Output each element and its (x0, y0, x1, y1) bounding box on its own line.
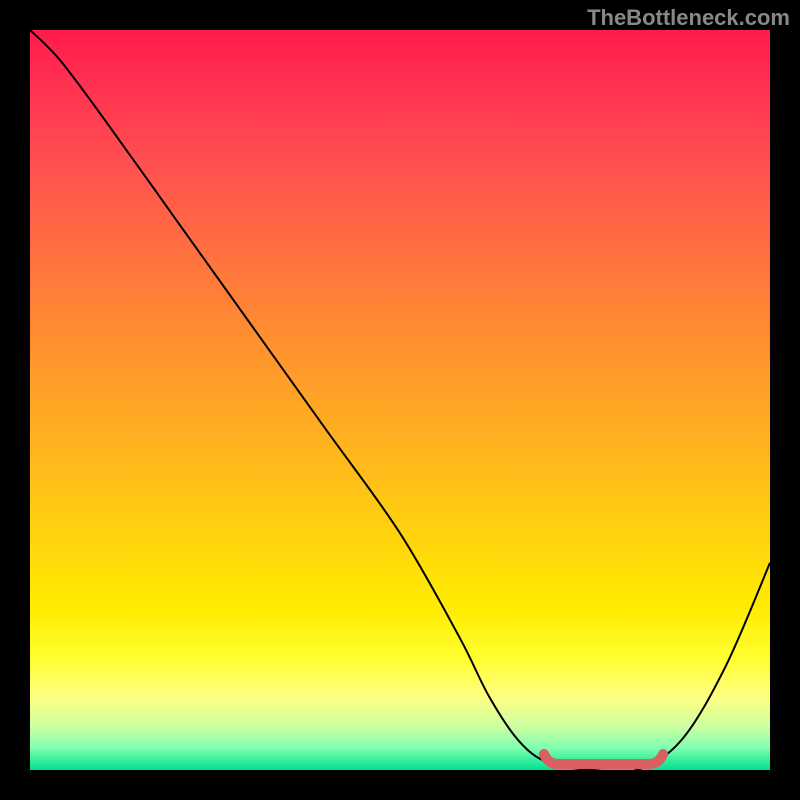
chart-svg (30, 30, 770, 770)
watermark-text: TheBottleneck.com (587, 5, 790, 31)
optimal-range-marker (544, 754, 663, 764)
bottleneck-curve (30, 30, 770, 770)
chart-plot-area (30, 30, 770, 770)
